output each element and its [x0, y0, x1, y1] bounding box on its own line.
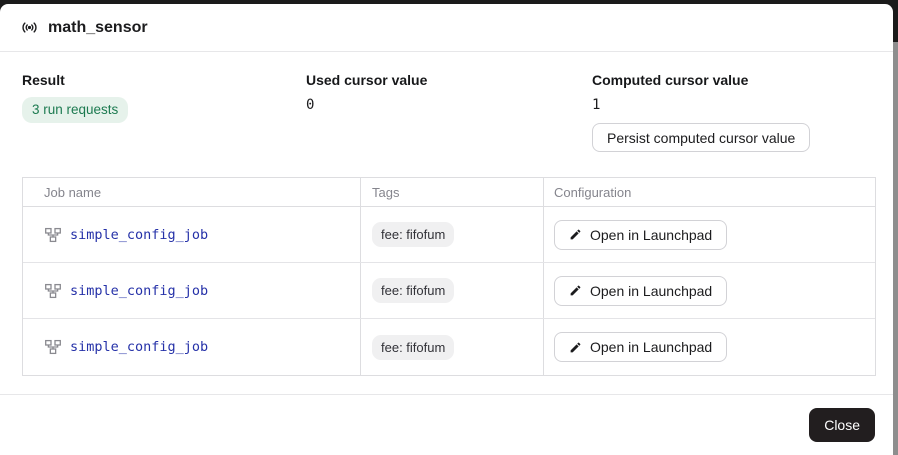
sensor-evaluation-dialog: math_sensor Result 3 run requests Used c…: [0, 4, 893, 455]
open-in-launchpad-button[interactable]: Open in Launchpad: [554, 220, 727, 250]
persist-cursor-button[interactable]: Persist computed cursor value: [592, 123, 810, 152]
result-label: Result: [22, 72, 306, 88]
job-name-link[interactable]: simple_config_job: [44, 282, 208, 300]
pencil-icon: [569, 341, 582, 354]
evaluation-summary: Result 3 run requests Used cursor value …: [0, 52, 893, 177]
tag-pill: fee: fifofum: [372, 335, 454, 360]
computed-cursor-value: 1: [592, 97, 871, 113]
dialog-footer: Close: [0, 394, 893, 455]
run-requests-badge: 3 run requests: [22, 97, 128, 123]
open-in-launchpad-button[interactable]: Open in Launchpad: [554, 276, 727, 306]
tag-pill: fee: fifofum: [372, 278, 454, 303]
job-graph-icon: [44, 338, 62, 356]
run-requests-table: Job name Tags Configuration simple_confi…: [22, 177, 876, 376]
sensor-signal-icon: [20, 18, 39, 37]
job-graph-icon: [44, 226, 62, 244]
page-title: math_sensor: [48, 19, 148, 37]
open-in-launchpad-button[interactable]: Open in Launchpad: [554, 332, 727, 362]
job-graph-icon: [44, 282, 62, 300]
job-name-text: simple_config_job: [70, 283, 208, 299]
used-cursor-value: 0: [306, 97, 592, 113]
pencil-icon: [569, 228, 582, 241]
launchpad-button-label: Open in Launchpad: [590, 339, 712, 355]
column-header-tags: Tags: [361, 178, 544, 206]
result-column: Result 3 run requests: [22, 72, 306, 123]
scrollbar[interactable]: [893, 42, 898, 455]
table-row: simple_config_job fee: fifofum Open in L…: [23, 263, 875, 319]
close-button[interactable]: Close: [809, 408, 875, 442]
tag-pill: fee: fifofum: [372, 222, 454, 247]
used-cursor-label: Used cursor value: [306, 72, 592, 88]
column-header-job-name: Job name: [23, 178, 361, 206]
job-name-link[interactable]: simple_config_job: [44, 338, 208, 356]
job-name-link[interactable]: simple_config_job: [44, 226, 208, 244]
job-name-text: simple_config_job: [70, 227, 208, 243]
used-cursor-column: Used cursor value 0: [306, 72, 592, 113]
job-name-text: simple_config_job: [70, 339, 208, 355]
computed-cursor-column: Computed cursor value 1 Persist computed…: [592, 72, 871, 152]
table-row: simple_config_job fee: fifofum Open in L…: [23, 319, 875, 375]
computed-cursor-label: Computed cursor value: [592, 72, 871, 88]
table-row: simple_config_job fee: fifofum Open in L…: [23, 207, 875, 263]
launchpad-button-label: Open in Launchpad: [590, 283, 712, 299]
launchpad-button-label: Open in Launchpad: [590, 227, 712, 243]
table-header-row: Job name Tags Configuration: [23, 178, 875, 207]
column-header-configuration: Configuration: [544, 178, 875, 206]
dialog-header: math_sensor: [0, 4, 893, 52]
pencil-icon: [569, 284, 582, 297]
